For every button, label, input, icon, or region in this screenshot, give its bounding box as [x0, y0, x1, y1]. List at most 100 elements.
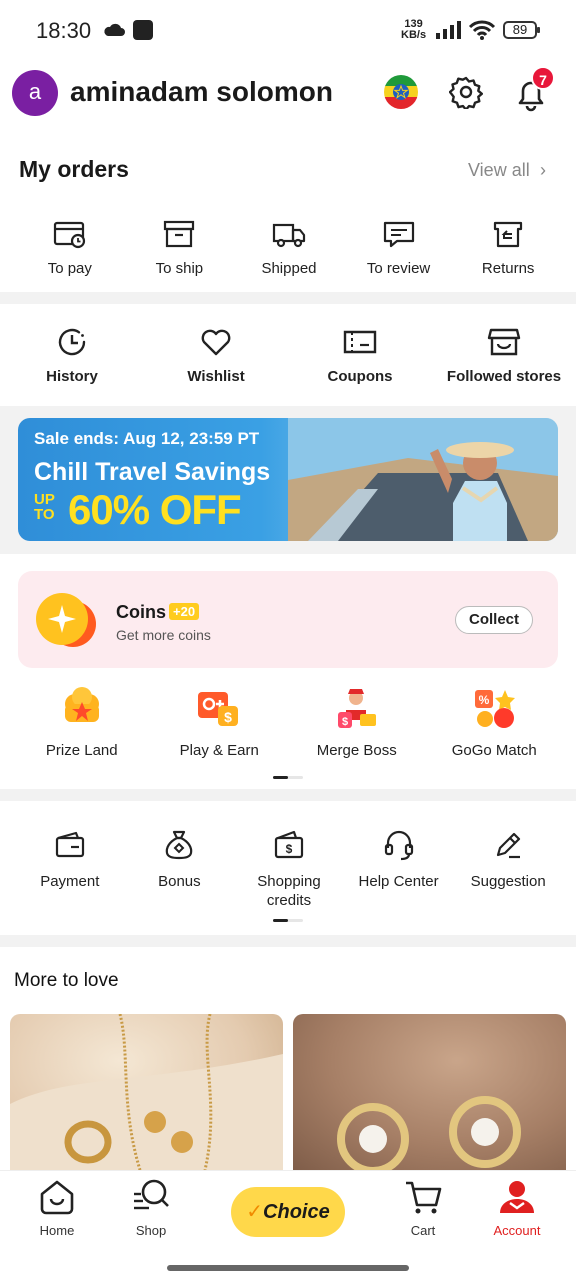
tool-bonus-label: Bonus: [158, 873, 201, 890]
chevron-right-icon[interactable]: ›: [540, 160, 546, 181]
banner-discount: 60% OFF: [68, 486, 242, 533]
nav-account-label: Account: [493, 1223, 541, 1238]
shortcut-history-label: History: [46, 368, 98, 385]
prize-land-icon: [59, 686, 105, 732]
home-icon: [40, 1180, 74, 1215]
nav-cart[interactable]: Cart: [383, 1177, 463, 1238]
choice-label: Choice: [263, 1201, 330, 1223]
order-to-review[interactable]: To review: [344, 214, 454, 284]
order-to-review-label: To review: [366, 260, 431, 277]
shortcut-wishlist[interactable]: Wishlist: [144, 320, 288, 390]
games-row: Prize Land $ Play & Earn $ Merge Boss % …: [13, 686, 563, 766]
account-icon: [500, 1181, 534, 1213]
credit-wallet-icon: $: [274, 830, 304, 859]
more-to-love-title: More to love: [14, 970, 119, 991]
orders-title: My orders: [19, 156, 129, 182]
order-shipped[interactable]: Shipped: [234, 214, 344, 284]
nav-shop-label: Shop: [135, 1223, 167, 1238]
section-divider: [0, 789, 576, 801]
ethiopia-flag-icon[interactable]: [384, 75, 418, 109]
gogo-match-icon: %: [471, 686, 517, 732]
game-prize-land-label: Prize Land: [45, 742, 118, 759]
tool-suggestion[interactable]: Suggestion: [453, 826, 563, 916]
wallet-icon: [55, 831, 84, 858]
money-bag-icon: [166, 830, 193, 860]
merge-boss-icon: $: [334, 686, 380, 732]
signal-icon: [436, 21, 461, 39]
shortcut-followed-stores[interactable]: Followed stores: [432, 320, 576, 390]
game-prize-land[interactable]: Prize Land: [13, 686, 151, 766]
game-gogo-match-label: GoGo Match: [451, 742, 537, 759]
tool-payment[interactable]: Payment: [15, 826, 125, 916]
shortcut-history[interactable]: History: [0, 320, 144, 390]
collect-button[interactable]: Collect: [455, 606, 533, 634]
status-time: 18:30: [36, 18, 92, 43]
check-icon: ✓: [246, 1201, 264, 1223]
tool-help-center[interactable]: Help Center: [344, 826, 454, 916]
shortcut-coupons-label: Coupons: [327, 368, 393, 385]
heart-icon: [201, 329, 231, 356]
game-merge-boss[interactable]: $ Merge Boss: [288, 686, 426, 766]
battery-indicator: 89: [503, 21, 540, 39]
coins-title: Coins: [116, 602, 167, 622]
order-to-pay[interactable]: To pay: [15, 214, 125, 284]
profile-header: a aminadam solomon 7: [0, 66, 576, 122]
history-icon: [58, 328, 86, 356]
order-to-ship-label: To ship: [155, 260, 204, 277]
nav-home-label: Home: [39, 1223, 75, 1238]
product-card[interactable]: [10, 1014, 283, 1170]
tool-shopping-credits[interactable]: $ Shopping credits: [234, 826, 344, 916]
coins-card[interactable]: Coins +20 Get more coins Collect: [18, 571, 558, 668]
games-page-indicator: [273, 776, 303, 779]
order-shipped-label: Shipped: [261, 260, 317, 277]
bottom-navigation: Home Shop ✓Choice Cart Account: [0, 1170, 576, 1280]
promo-banner[interactable]: Sale ends: Aug 12, 23:59 PT Chill Travel…: [18, 418, 558, 541]
banner-sale-text: Sale ends: Aug 12, 23:59 PT: [34, 429, 260, 448]
coins-subtitle: Get more coins: [116, 627, 211, 643]
gear-icon[interactable]: [449, 75, 483, 109]
product-image-jewelry-set: [10, 1014, 283, 1170]
shortcut-followed-stores-label: Followed stores: [446, 368, 562, 385]
banner-upto: UP TO: [34, 492, 64, 522]
nav-shop[interactable]: Shop: [111, 1177, 191, 1238]
cloud-icon: [104, 23, 125, 36]
home-indicator[interactable]: [167, 1265, 409, 1271]
tools-row: Payment Bonus $ Shopping credits Help Ce…: [15, 826, 563, 916]
nav-account[interactable]: Account: [477, 1177, 557, 1238]
tool-shopping-credits-label: Shopping credits: [257, 873, 321, 909]
shop-search-icon: [134, 1179, 169, 1210]
headset-icon: [384, 830, 413, 861]
order-to-ship[interactable]: To ship: [125, 214, 235, 284]
return-icon: [494, 221, 523, 248]
order-status-row: To pay To ship Shipped To review Returns: [15, 214, 563, 284]
cart-icon: [406, 1181, 442, 1214]
avatar[interactable]: a: [12, 70, 58, 116]
svg-text:$: $: [286, 842, 293, 856]
game-play-earn[interactable]: $ Play & Earn: [151, 686, 289, 766]
banner-title: Chill Travel Savings: [34, 458, 271, 486]
product-image-pearl-earrings: [337, 1096, 521, 1170]
wallet-clock-icon: [53, 221, 85, 249]
username[interactable]: aminadam solomon: [70, 76, 333, 108]
nav-cart-label: Cart: [410, 1223, 436, 1238]
sparkle-icon: [48, 605, 76, 633]
coupon-icon: [343, 330, 377, 354]
product-card[interactable]: [293, 1014, 566, 1170]
status-bar: 18:30 139 KB/s 89: [0, 0, 576, 62]
choice-button[interactable]: ✓Choice: [231, 1187, 345, 1237]
tool-suggestion-label: Suggestion: [470, 873, 546, 890]
nav-home[interactable]: Home: [17, 1177, 97, 1238]
section-divider: [0, 935, 576, 947]
coin-icon: [36, 593, 88, 645]
order-returns[interactable]: Returns: [453, 214, 563, 284]
view-all-link[interactable]: View all: [468, 160, 530, 181]
banner-upto-line2: TO: [34, 506, 55, 523]
shortcut-coupons[interactable]: Coupons: [288, 320, 432, 390]
game-merge-boss-label: Merge Boss: [316, 742, 397, 759]
section-divider: [0, 292, 576, 304]
store-icon: [487, 328, 521, 356]
banner-upto-line1: UP: [34, 491, 55, 508]
game-gogo-match[interactable]: % GoGo Match: [426, 686, 564, 766]
truck-icon: [272, 223, 306, 248]
tool-bonus[interactable]: Bonus: [125, 826, 235, 916]
